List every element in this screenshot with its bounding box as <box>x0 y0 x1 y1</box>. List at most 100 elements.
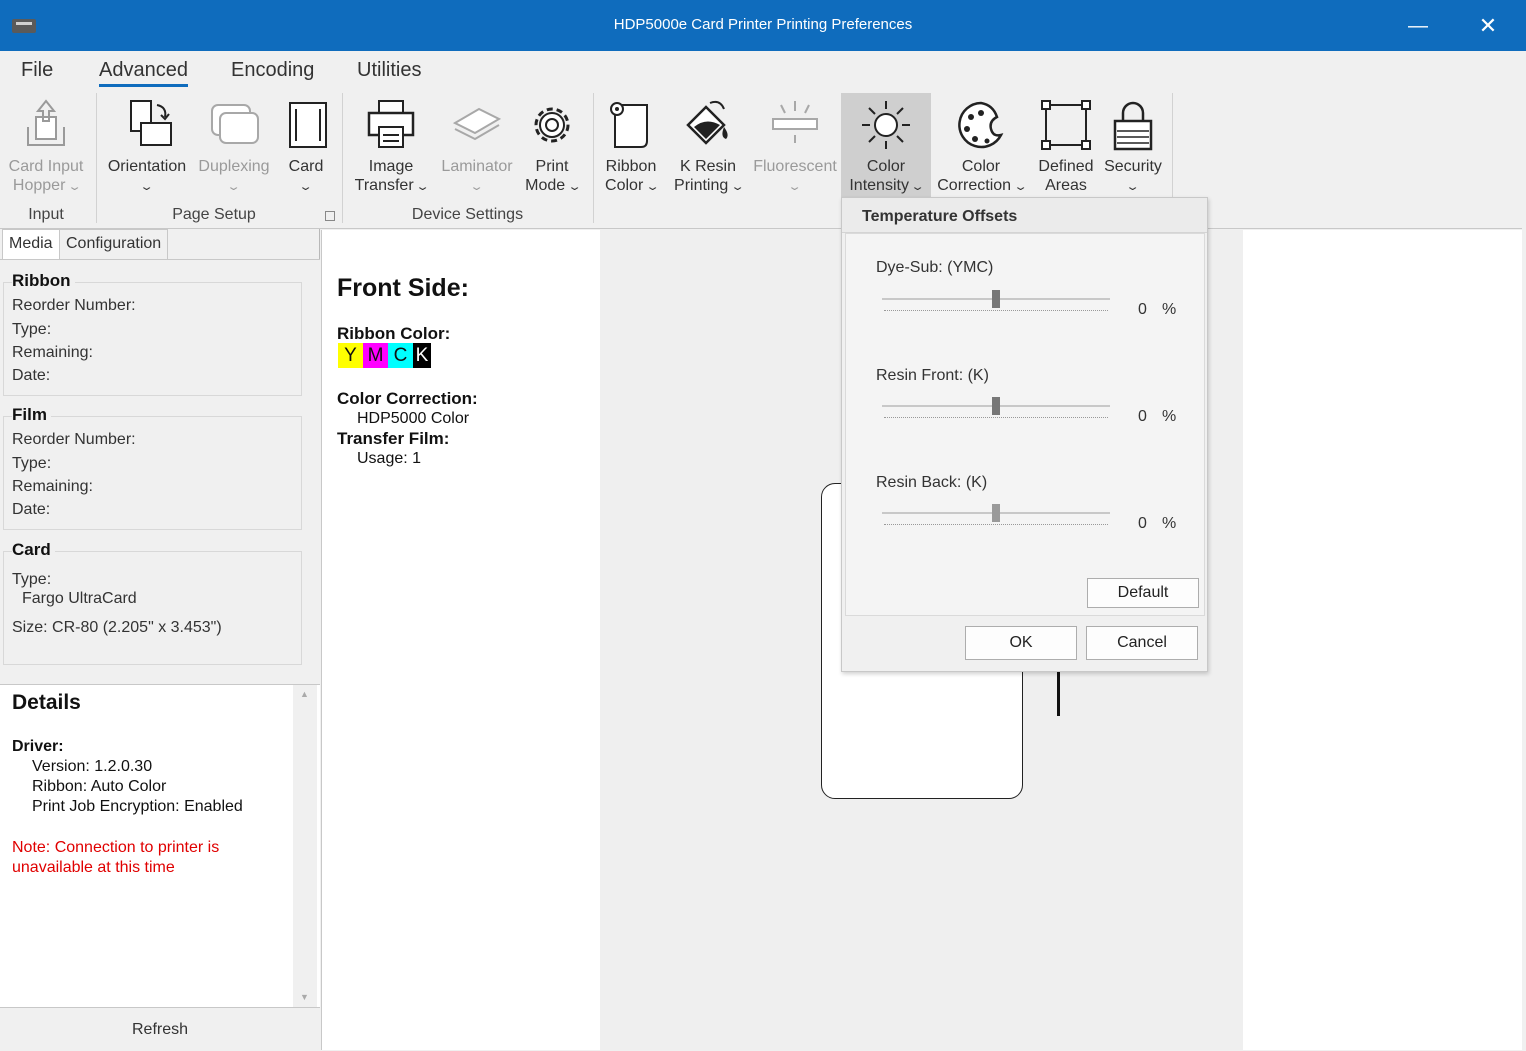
group-separator <box>96 93 97 223</box>
orientation-label: Orientation <box>107 158 187 175</box>
tab-utilities[interactable]: Utilities <box>357 59 421 82</box>
security-label: Security <box>1104 158 1162 175</box>
group-label-device-settings: Device Settings <box>411 206 524 223</box>
color-correction-button[interactable]: Color Correction ⌄ <box>934 93 1028 197</box>
card-button[interactable]: Card ⌄ <box>280 93 332 197</box>
paint-bucket-icon <box>686 100 728 145</box>
duplexing-icon <box>211 104 259 144</box>
card-type-value: Fargo UltraCard <box>22 590 137 607</box>
resin-front-value: 0 <box>1138 408 1147 425</box>
color-intensity-button[interactable]: Color Intensity ⌄ <box>841 93 931 198</box>
film-group-title: Film <box>12 405 51 425</box>
color-correction-heading: Color Correction: <box>337 389 478 408</box>
swatch-c: C <box>388 343 413 368</box>
ribbon-roll-icon <box>610 102 648 148</box>
ribbon-color-heading: Ribbon Color: <box>337 324 451 343</box>
color-correction-value: HDP5000 Color <box>357 410 470 427</box>
ok-button[interactable]: OK <box>965 626 1077 660</box>
ribbon-type: Type: <box>12 321 52 338</box>
ribbon-date: Date: <box>12 367 51 384</box>
security-button[interactable]: Security ⌄ <box>1101 93 1165 197</box>
transfer-film-usage: Usage: 1 <box>357 450 422 467</box>
details-scrollbar[interactable]: ▲ ▼ <box>293 685 317 1008</box>
minimize-button[interactable]: — <box>1400 8 1436 44</box>
connection-note: Note: Connection to printer is unavailab… <box>12 839 220 876</box>
tab-advanced[interactable]: Advanced <box>99 59 188 87</box>
defined-areas-button[interactable]: Defined Areas <box>1035 93 1097 195</box>
details-title: Details <box>12 691 81 714</box>
refresh-button[interactable]: Refresh <box>0 1007 320 1050</box>
print-mode-button[interactable]: Print Mode ⌄ <box>520 93 584 197</box>
driver-ribbon: Ribbon: Auto Color <box>32 778 167 795</box>
film-reorder-number: Reorder Number: <box>12 431 136 448</box>
resin-back-slider-thumb[interactable] <box>992 504 1000 522</box>
image-transfer-button[interactable]: Image Transfer ⌄ <box>350 93 432 197</box>
printer-icon <box>367 100 415 148</box>
group-separator <box>342 93 343 223</box>
menu-bar: File Advanced Encoding Utilities <box>0 51 1522 91</box>
palette-icon <box>958 101 1004 149</box>
card-type-label: Type: <box>12 571 52 588</box>
duplexing-button[interactable]: Duplexing ⌄ <box>194 93 274 197</box>
card-size: Size: CR-80 (2.205" x 3.453") <box>12 619 222 636</box>
tab-media[interactable]: Media <box>2 229 60 259</box>
duplexing-label: Duplexing <box>198 158 270 175</box>
print-mode-label2: Mode <box>525 177 566 194</box>
ribbon-toolbar: Card Input Hopper ⌄ Orientation ⌄ Duplex… <box>0 91 1522 229</box>
card-marker <box>1057 670 1060 716</box>
defined-areas-label2: Areas <box>1045 177 1087 194</box>
resin-front-label: Resin Front: (K) <box>876 367 989 384</box>
ribbon-color-label1: Ribbon <box>605 158 657 175</box>
driver-encryption: Print Job Encryption: Enabled <box>32 798 243 815</box>
defined-areas-icon <box>1041 100 1091 150</box>
front-side-heading: Front Side: <box>337 274 469 302</box>
card-group-title: Card <box>12 540 55 560</box>
card-input-hopper-label1: Card Input <box>8 158 84 175</box>
popup-title: Temperature Offsets <box>842 198 1207 233</box>
k-resin-printing-button[interactable]: K Resin Printing ⌄ <box>672 93 745 197</box>
left-panel-tabs: Media Configuration <box>0 229 320 259</box>
ribbon-group-title: Ribbon <box>12 271 75 291</box>
cancel-button[interactable]: Cancel <box>1086 626 1198 660</box>
tab-configuration[interactable]: Configuration <box>59 229 169 259</box>
defined-areas-label1: Defined <box>1038 158 1094 175</box>
dialog-launcher-icon[interactable] <box>325 211 335 221</box>
card-input-hopper-label2: Hopper <box>12 177 66 194</box>
resin-front-slider-thumb[interactable] <box>992 397 1000 415</box>
fluorescent-button[interactable]: Fluorescent ⌄ <box>751 93 839 197</box>
color-intensity-label1: Color <box>866 158 906 175</box>
card-info-box <box>3 551 302 665</box>
dye-sub-value: 0 <box>1138 301 1147 318</box>
media-info-groups: Ribbon Reorder Number: Type: Remaining: … <box>0 259 320 684</box>
gear-icon <box>534 107 570 143</box>
driver-version: Version: 1.2.0.30 <box>32 758 153 775</box>
laminator-button[interactable]: Laminator ⌄ <box>437 93 517 197</box>
dye-sub-label: Dye-Sub: (YMC) <box>876 259 994 276</box>
window-title: HDP5000e Card Printer Printing Preferenc… <box>613 16 913 33</box>
brightness-icon <box>862 101 910 149</box>
hopper-icon <box>27 99 65 146</box>
swatch-k: K <box>413 343 431 368</box>
swatch-y: Y <box>338 343 363 368</box>
card-icon <box>289 102 327 148</box>
scroll-down-arrow-icon[interactable]: ▼ <box>300 992 309 1002</box>
ribbon-color-swatches: Y M C K <box>338 343 431 368</box>
orientation-icon <box>130 100 172 146</box>
ribbon-color-button[interactable]: Ribbon Color ⌄ <box>600 93 662 197</box>
k-resin-printing-label2: Printing <box>674 177 729 194</box>
tab-encoding[interactable]: Encoding <box>231 59 314 82</box>
scroll-up-arrow-icon[interactable]: ▲ <box>300 689 309 699</box>
transfer-film-heading: Transfer Film: <box>337 429 450 448</box>
group-separator <box>593 93 594 223</box>
default-button[interactable]: Default <box>1087 578 1199 608</box>
details-panel: Details Driver: Version: 1.2.0.30 Ribbon… <box>0 684 320 1008</box>
orientation-button[interactable]: Orientation ⌄ <box>104 93 190 197</box>
fluorescent-label: Fluorescent <box>753 158 837 175</box>
tab-file[interactable]: File <box>21 59 53 82</box>
dye-sub-slider-thumb[interactable] <box>992 290 1000 308</box>
film-date: Date: <box>12 501 51 518</box>
color-correction-label1: Color <box>961 158 1001 175</box>
close-button[interactable]: ✕ <box>1470 8 1506 44</box>
card-input-hopper-button[interactable]: Card Input Hopper ⌄ <box>4 93 88 197</box>
fluorescent-light-icon <box>772 101 818 143</box>
